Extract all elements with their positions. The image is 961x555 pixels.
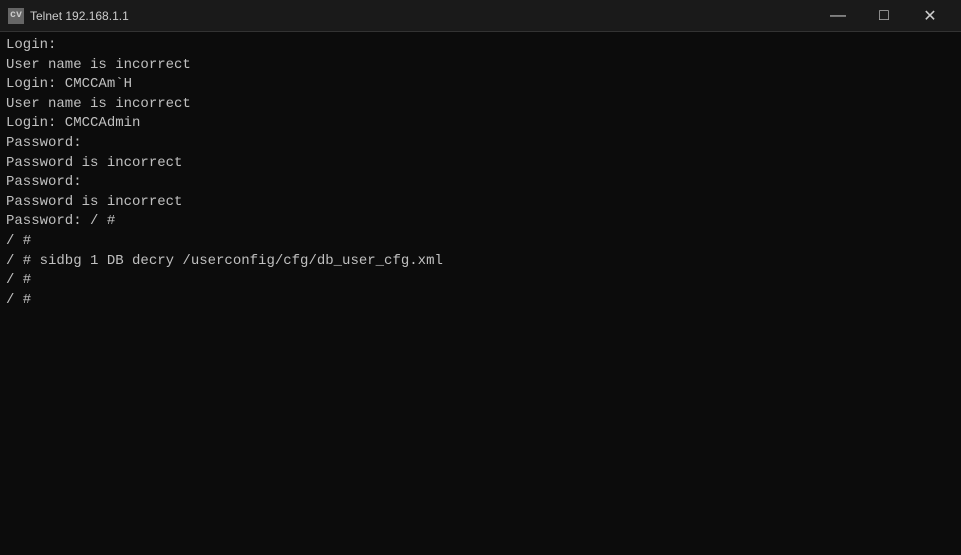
terminal-output: Login: User name is incorrect Login: CMC…	[6, 36, 955, 310]
window-title: Telnet 192.168.1.1	[30, 9, 815, 23]
minimize-button[interactable]: —	[815, 0, 861, 32]
window-controls: — □ ✕	[815, 0, 953, 32]
terminal-body: Login: User name is incorrect Login: CMC…	[0, 32, 961, 555]
maximize-button[interactable]: □	[861, 0, 907, 32]
window: cv Telnet 192.168.1.1 — □ ✕ Login: User …	[0, 0, 961, 555]
titlebar: cv Telnet 192.168.1.1 — □ ✕	[0, 0, 961, 32]
app-icon: cv	[8, 8, 24, 24]
close-button[interactable]: ✕	[907, 0, 953, 32]
